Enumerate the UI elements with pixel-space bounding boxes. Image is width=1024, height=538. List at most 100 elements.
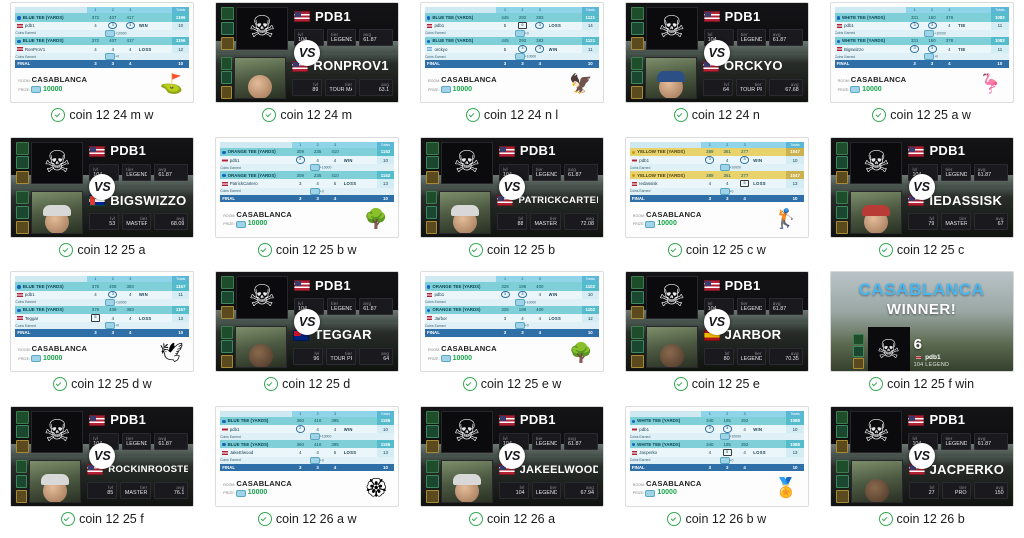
match-vs-card[interactable]: ☠PDB1lvl104tierLEGENDavg61.87VSJAKEELWOO… — [419, 405, 604, 507]
birdie-badge: 3 — [108, 21, 118, 30]
flag-icon — [17, 47, 23, 52]
thumbnail-cell[interactable]: ☠PDB1lvl104tierLEGENDavg61.87VSBIGSWIZZO… — [0, 135, 205, 270]
thumbnail-cell[interactable]: 1 2 3 Totals WHITE TEE (YARDS) 331 160 378 1083 p… — [819, 0, 1024, 135]
stat-avg: avg 61.87 — [768, 29, 803, 46]
thumbnail-cell[interactable]: ☠PDB1lvl104tierLEGENDavg61.87VSORCKYOlvl… — [614, 0, 819, 135]
stat-avg: avg 61.87 — [154, 432, 189, 450]
tee-label: BLUE TEE (YARDS) — [15, 13, 87, 22]
final-cell: 3 — [496, 60, 514, 68]
yardage-cell: 392 — [735, 440, 754, 449]
scorecard-table: 1 2 3 Totals BLUE TEE (YARDS) 372 407 417 1196 pd… — [15, 7, 190, 68]
avatar — [235, 325, 288, 368]
scoreboard-card[interactable]: 1 2 3 Totals BLUE TEE (YARDS) 360 410 395 1165 pd… — [215, 405, 400, 507]
scoreboard-card[interactable]: 1 2 3 Totals BLUE TEE (YARDS) 376 408 383 1167 pd… — [10, 271, 195, 372]
match-vs-card[interactable]: ☠PDB1lvl104tierLEGENDavg61.87VSJACPERKOl… — [829, 405, 1014, 507]
result-cell: LOSS — [343, 448, 377, 457]
room-label: ROOM:CASABLANCA — [223, 209, 292, 219]
tee-label: WHITE TEE (YARDS) — [629, 416, 702, 426]
player-score-row: pdb1 2 4 4 WIN 10 — [220, 156, 395, 165]
flag-icon — [17, 24, 23, 28]
thumbnail-cell[interactable]: 1 2 3 Totals BLUE TEE (YARDS) 372 407 417 1196 pd… — [0, 0, 205, 135]
team-total: 1083 — [991, 36, 1009, 45]
spacer-cell — [138, 29, 172, 37]
match-vs-card[interactable]: ☠PDB1lvl104tierLEGENDavg61.87VSBIGSWIZZO… — [10, 136, 195, 238]
scoreboard-card[interactable]: 1 2 3 Totals ORANGE TEE (YARDS) 309 235 410 1152… — [215, 136, 400, 238]
tee-label: WHITE TEE (YARDS) — [834, 13, 906, 22]
thumbnail-cell[interactable]: ☠PDB1lvl104tierLEGENDavg61.87VSROCKINROO… — [0, 404, 205, 538]
medal-strip — [221, 276, 235, 319]
scoreboard-card[interactable]: 1 2 3 Totals WHITE TEE (YARDS) 340 185 392 1088 p… — [624, 405, 809, 507]
match-vs-card[interactable]: ☠PDB1lvl104tierLEGENDavg61.87VSIEDASSISK… — [829, 136, 1014, 238]
scoreboard-card[interactable]: 1 2 3 Totals BLUE TEE (YARDS) 445 293 383 1121 pd… — [419, 2, 604, 103]
scoreboard-card[interactable]: 1 2 3 Totals BLUE TEE (YARDS) 372 407 417 1196 pd… — [10, 2, 195, 103]
medal-strip — [630, 56, 643, 99]
flag-icon — [89, 414, 106, 426]
match-vs-card[interactable]: ☠PDB1lvl104tierLEGENDavg61.87VSTEGGARlvl… — [215, 271, 400, 372]
thumbnail-cell[interactable]: ☠PDB1lvl104tierLEGENDavg61.87VSJACPERKOl… — [819, 404, 1024, 538]
thumbnail-caption: coin 12 25 a w — [872, 108, 971, 122]
scoreboard-card[interactable]: 1 2 3 Totals WHITE TEE (YARDS) 331 160 378 1083 p… — [829, 2, 1014, 103]
thumbnail-cell[interactable]: ☠PDB1lvl104tierLEGENDavg61.87VSRONPROV1l… — [205, 0, 410, 135]
thumbnail-cell[interactable]: ☠PDB1lvl104tierLEGENDavg61.87VSIEDASSISK… — [819, 135, 1024, 270]
scorecard-table: 1 2 3 Totals YELLOW TEE (YARDS) 389 361 277 1047… — [629, 141, 804, 203]
thumbnail-cell[interactable]: ☠PDB1lvl104tierLEGENDavg61.87VSJAKEELWOO… — [410, 404, 615, 538]
medal-icon — [16, 191, 30, 204]
player-score-row: pdb1 3 3 4 WIN 10 — [424, 290, 599, 299]
caption-text: coin 12 25 a — [77, 242, 146, 257]
tee-dot-icon — [836, 16, 840, 20]
stat-avg: avg 68.09 — [154, 213, 189, 230]
yardage-cell: 160 — [923, 36, 941, 45]
final-cell: 3 — [905, 60, 924, 68]
thumbnail-cell[interactable]: 1 2 3 Totals BLUE TEE (YARDS) 445 293 383 1121 pd… — [410, 0, 615, 135]
thumbnail-cell[interactable]: ☠PDB1lvl104tierLEGENDavg61.87VSTEGGARlvl… — [205, 269, 410, 404]
match-vs-card[interactable]: ☠PDB1lvl104tierLEGENDavg61.87VSJARBORlvl… — [624, 271, 809, 372]
hole-score: 4 — [308, 448, 327, 457]
prize-label: PRIZE: 10000 — [18, 354, 63, 363]
match-vs-card[interactable]: ☠PDB1lvl104tierLEGENDavg61.87VSPATRICKCA… — [419, 136, 604, 238]
match-vs-card[interactable]: ☠PDB1lvl104tierLEGENDavg61.87VSRONPROV1l… — [215, 2, 400, 103]
thumbnail-cell[interactable]: 1 2 3 Totals ORANGE TEE (YARDS) 328 198 400 1102… — [410, 269, 615, 404]
hole-score: 3 — [923, 21, 941, 30]
check-circle-icon — [667, 242, 682, 257]
scoreboard-card[interactable]: 1 2 3 Totals ORANGE TEE (YARDS) 328 198 400 1102… — [419, 271, 604, 372]
thumbnail-cell[interactable]: 1 2 3 Totals YELLOW TEE (YARDS) 389 361 277 1047… — [614, 135, 819, 270]
tee-dot-icon — [222, 150, 226, 155]
yardage-cell: 400 — [531, 305, 549, 314]
thumbnail-cell[interactable]: 1 2 3 Totals ORANGE TEE (YARDS) 309 235 410 1152… — [205, 135, 410, 270]
thumbnail-cell[interactable]: ☠PDB1lvl104tierLEGENDavg61.87VSPATRICKCA… — [410, 135, 615, 270]
spacer-cell — [786, 187, 804, 195]
player-name: PDB1 — [110, 413, 147, 427]
thumbnail-cell[interactable]: ☠PDB1lvl104tierLEGENDavg61.87VSJARBORlvl… — [614, 269, 819, 404]
prize-label: PRIZE: 10000 — [223, 220, 268, 228]
flag-icon — [294, 11, 311, 22]
final-total: 10 — [376, 463, 395, 472]
stat-avg: avg 63.1 — [359, 78, 394, 96]
spacer-cell — [753, 164, 787, 172]
thumbnail-cell[interactable]: 1 2 3 Totals BLUE TEE (YARDS) 360 410 395 1165 pd… — [205, 404, 410, 538]
thumbnail-cell[interactable]: 1 2 3 Totals WHITE TEE (YARDS) 340 185 392 1088 p… — [614, 404, 819, 538]
stat-lvl: lvl 80 — [703, 347, 734, 365]
thumbnail-grid: 1 2 3 Totals BLUE TEE (YARDS) 372 407 417 1196 pd… — [0, 0, 1024, 538]
match-vs-card[interactable]: ☠PDB1lvl104tierLEGENDavg61.87VSROCKINROO… — [10, 405, 195, 507]
hole-score: 3 — [496, 290, 514, 299]
scorecard-footer: ROOM:CASABLANCA PRIZE: 10000 🌳 — [425, 337, 599, 371]
spacer-cell — [753, 147, 787, 157]
birdie-badge: 3 — [910, 45, 920, 53]
spacer-cell — [548, 305, 582, 314]
spacer-cell — [753, 187, 787, 195]
thumbnail-cell[interactable]: 1 2 3 Totals BLUE TEE (YARDS) 376 408 383 1167 pd… — [0, 269, 205, 404]
winner-card[interactable]: CASABLANCA WINNER! ☠ 6 pdb1 104 LEGEND — [829, 271, 1014, 372]
tee-label: BLUE TEE (YARDS) — [220, 440, 292, 449]
vs-badge: VS — [703, 39, 730, 66]
thumbnail-cell[interactable]: CASABLANCA WINNER! ☠ 6 pdb1 104 LEGEND coin 12… — [819, 269, 1024, 404]
match-vs-card[interactable]: ☠PDB1lvl104tierLEGENDavg61.87VSORCKYOlvl… — [624, 2, 809, 103]
hole-score: 5 — [86, 313, 105, 323]
result-cell: WIN — [138, 290, 172, 299]
medal-icon — [425, 205, 438, 219]
avatar — [31, 191, 84, 234]
medal-strip — [16, 191, 30, 234]
player-score-row: Teggar 5 4 4 LOSS 13 — [15, 313, 190, 323]
tee-dot-icon — [426, 308, 431, 312]
coins-earned-value: +10000 — [308, 433, 344, 441]
scoreboard-card[interactable]: 1 2 3 Totals YELLOW TEE (YARDS) 389 361 277 1047… — [624, 136, 809, 238]
